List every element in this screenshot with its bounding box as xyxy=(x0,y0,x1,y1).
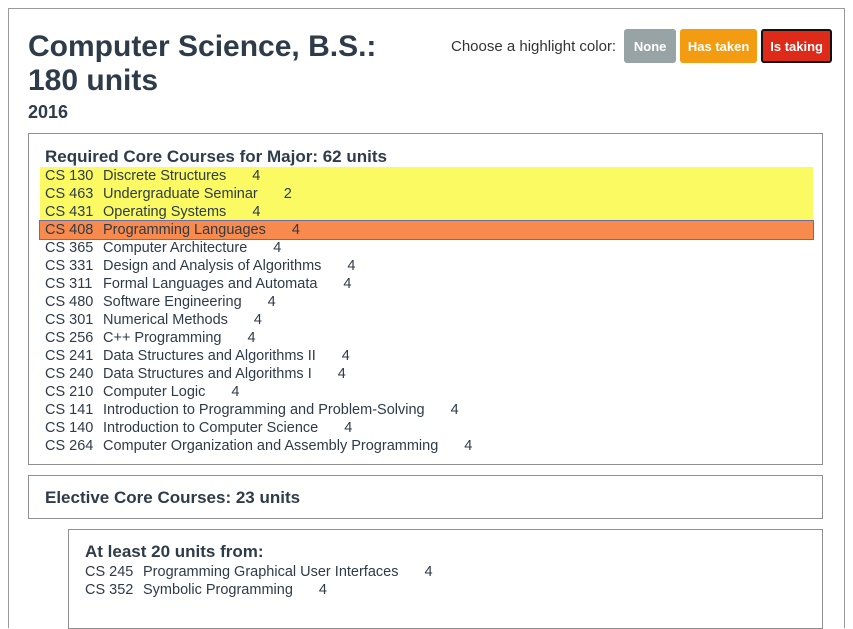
course-name: Undergraduate Seminar xyxy=(103,186,258,202)
course-code: CS 463 xyxy=(45,186,94,202)
course-code: CS 140 xyxy=(45,420,94,436)
course-units: 4 xyxy=(450,402,459,418)
course-row[interactable]: CS 241 Data Structures and Algorithms II 4 xyxy=(40,347,813,365)
course-units: 4 xyxy=(464,438,473,454)
course-name: Introduction to Computer Science xyxy=(103,420,319,436)
course-units: 4 xyxy=(343,276,352,292)
course-row[interactable]: CS 480 Software Engineering 4 xyxy=(40,293,813,311)
course-units: 4 xyxy=(253,312,262,328)
course-name: Software Engineering xyxy=(103,294,242,310)
course-name: Data Structures and Algorithms II xyxy=(103,348,316,364)
required-core-list: CS 130 Discrete Structures 4 CS 463 Undergra… xyxy=(39,167,814,455)
course-name: Programming Languages xyxy=(103,222,266,238)
at-least-20-units-panel: At least 20 units from: CS 245 Programmin… xyxy=(68,529,823,629)
course-code: CS 331 xyxy=(45,258,94,274)
course-row[interactable]: CS 141 Introduction to Programming and Pr… xyxy=(40,401,813,419)
course-row[interactable]: CS 140 Introduction to Computer Science 4 xyxy=(40,419,813,437)
course-units: 4 xyxy=(424,564,433,580)
course-units: 4 xyxy=(267,294,276,310)
course-row[interactable]: CS 463 Undergraduate Seminar 2 xyxy=(40,185,813,203)
course-name: Symbolic Programming xyxy=(143,582,293,598)
highlight-color-picker: Choose a highlight color: None Has taken… xyxy=(451,29,833,63)
course-units: 4 xyxy=(318,582,327,598)
course-row[interactable]: CS 245 Programming Graphical User Interfa… xyxy=(80,563,813,581)
course-code: CS 301 xyxy=(45,312,94,328)
course-code: CS 130 xyxy=(45,168,94,184)
course-name: C++ Programming xyxy=(103,330,222,346)
course-row[interactable]: CS 408 Programming Languages 4 xyxy=(39,220,814,240)
highlight-none-button[interactable]: None xyxy=(624,29,677,63)
course-code: CS 256 xyxy=(45,330,94,346)
course-name: Data Structures and Algorithms I xyxy=(103,366,312,382)
page-title: Computer Science, B.S.: 180 units xyxy=(28,30,377,97)
highlight-is-taking-button[interactable]: Is taking xyxy=(761,29,833,63)
course-code: CS 480 xyxy=(45,294,94,310)
required-core-title: Required Core Courses for Major: 62 unit… xyxy=(45,147,387,166)
course-row[interactable]: CS 256 C++ Programming 4 xyxy=(40,329,813,347)
course-code: CS 431 xyxy=(45,204,94,220)
course-units: 4 xyxy=(252,168,261,184)
course-name: Computer Architecture xyxy=(103,240,248,256)
course-row[interactable]: CS 240 Data Structures and Algorithms I 4 xyxy=(40,365,813,383)
course-code: CS 264 xyxy=(45,438,94,454)
course-units: 4 xyxy=(344,420,353,436)
course-name: Computer Organization and Assembly Progr… xyxy=(103,438,439,454)
course-code: CS 245 xyxy=(85,564,134,580)
course-units: 2 xyxy=(283,186,292,202)
required-core-panel: Required Core Courses for Major: 62 unit… xyxy=(28,133,823,465)
course-name: Design and Analysis of Algorithms xyxy=(103,258,322,274)
elective-core-title: Elective Core Courses: 23 units xyxy=(45,488,301,507)
course-units: 4 xyxy=(231,384,240,400)
course-name: Programming Graphical User Interfaces xyxy=(143,564,399,580)
course-code: CS 408 xyxy=(45,222,94,238)
catalog-year: 2016 xyxy=(28,102,69,122)
course-units: 4 xyxy=(341,348,350,364)
course-row[interactable]: CS 301 Numerical Methods 4 xyxy=(40,311,813,329)
course-units: 4 xyxy=(291,222,300,238)
course-row[interactable]: CS 210 Computer Logic 4 xyxy=(40,383,813,401)
elective-core-panel: Elective Core Courses: 23 units xyxy=(28,475,823,519)
course-row[interactable]: CS 130 Discrete Structures 4 xyxy=(40,167,813,185)
highlight-has-taken-button[interactable]: Has taken xyxy=(680,29,758,63)
course-units: 4 xyxy=(252,204,261,220)
course-code: CS 240 xyxy=(45,366,94,382)
at-least-list: CS 245 Programming Graphical User Interfa… xyxy=(80,563,813,599)
course-code: CS 241 xyxy=(45,348,94,364)
course-name: Introduction to Programming and Problem-… xyxy=(103,402,425,418)
highlight-label: Choose a highlight color: xyxy=(451,37,617,55)
course-row[interactable]: CS 352 Symbolic Programming 4 xyxy=(80,581,813,599)
course-code: CS 365 xyxy=(45,240,94,256)
course-code: CS 352 xyxy=(85,582,134,598)
course-row[interactable]: CS 331 Design and Analysis of Algorithms 4 xyxy=(40,257,813,275)
at-least-title: At least 20 units from: xyxy=(85,542,264,561)
course-name: Computer Logic xyxy=(103,384,206,400)
course-units: 4 xyxy=(347,258,356,274)
course-units: 4 xyxy=(337,366,346,382)
course-row[interactable]: CS 264 Computer Organization and Assembly… xyxy=(40,437,813,455)
course-row[interactable]: CS 365 Computer Architecture 4 xyxy=(40,239,813,257)
course-row[interactable]: CS 431 Operating Systems 4 xyxy=(40,203,813,221)
course-name: Formal Languages and Automata xyxy=(103,276,318,292)
course-code: CS 141 xyxy=(45,402,94,418)
course-name: Operating Systems xyxy=(103,204,227,220)
course-name: Discrete Structures xyxy=(103,168,227,184)
course-units: 4 xyxy=(273,240,282,256)
course-name: Numerical Methods xyxy=(103,312,228,328)
course-code: CS 311 xyxy=(45,276,93,292)
course-row[interactable]: CS 311 Formal Languages and Automata 4 xyxy=(40,275,813,293)
course-code: CS 210 xyxy=(45,384,94,400)
course-units: 4 xyxy=(247,330,256,346)
